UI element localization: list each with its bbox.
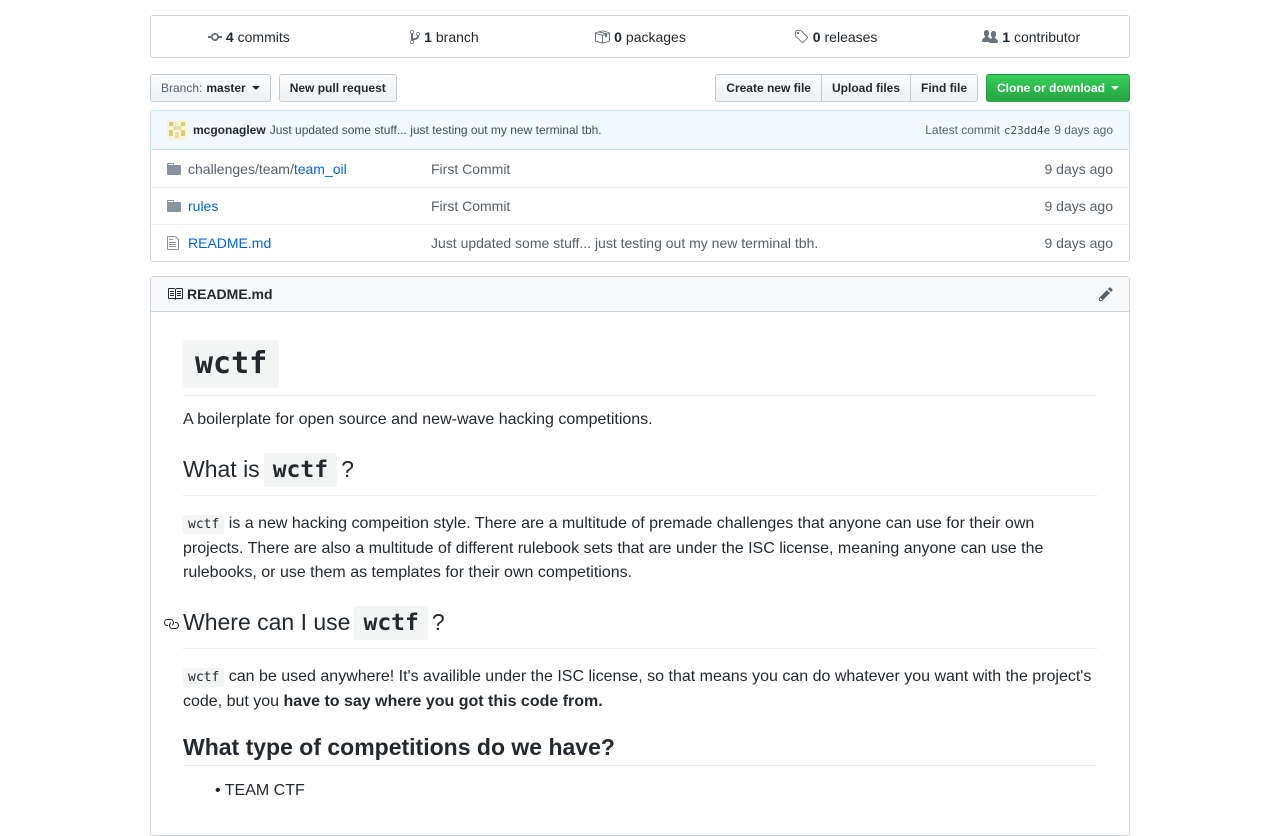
- file-age: 9 days ago: [1044, 160, 1114, 177]
- paragraph-where-bold: have to say where you got this code from…: [283, 693, 603, 710]
- packages-link[interactable]: 0 packages: [542, 16, 738, 57]
- latest-commit-bar: mcgonaglew Just updated some stuff... ju…: [151, 111, 1129, 150]
- readme-title-code: wctf: [183, 340, 280, 388]
- file-path-prefix: challenges/team/: [188, 160, 294, 177]
- file-icon: [167, 235, 183, 251]
- branch-count: 1: [424, 28, 432, 45]
- readme-filename: README.md: [187, 286, 273, 302]
- heading-what-is-text: What is: [183, 456, 260, 482]
- branch-prefix: Branch:: [161, 81, 203, 95]
- readme-intro: A boilerplate for open source and new-wa…: [183, 411, 653, 428]
- commit-icon: [207, 32, 222, 41]
- latest-commit-label: Latest commit: [925, 123, 1000, 137]
- folder-icon: [167, 198, 183, 214]
- tag-icon: [794, 29, 808, 43]
- latest-commit-info: Latest commit c23dd4e 9 days ago: [925, 123, 1113, 137]
- repo-summary-bar: 4 commits 1 branch 0 packages 0 releases…: [150, 15, 1130, 58]
- branch-icon: [410, 29, 421, 44]
- commit-sha[interactable]: c23dd4e: [1004, 124, 1050, 137]
- branches-link[interactable]: 1 branch: [347, 16, 543, 57]
- commit-message[interactable]: Just updated some stuff... just testing …: [270, 123, 602, 137]
- inline-code: wctf: [183, 668, 225, 687]
- branch-label: branch: [435, 28, 479, 45]
- file-age: 9 days ago: [1044, 198, 1114, 214]
- heading-what-is-suffix: ?: [341, 456, 354, 482]
- file-actions-group: Create new file Upload files Find file: [715, 74, 978, 102]
- file-commit-message[interactable]: First Commit: [431, 198, 1045, 214]
- upload-files-button[interactable]: Upload files: [820, 74, 911, 102]
- heading-competition-types: What type of competitions do we have?: [183, 730, 1097, 766]
- file-name-link[interactable]: challenges/team/team_oil: [188, 161, 431, 177]
- create-new-file-button[interactable]: Create new file: [715, 74, 822, 102]
- file-navigation-toolbar: Branch: master New pull request Create n…: [150, 74, 1130, 102]
- file-name-link[interactable]: README.md: [188, 235, 431, 251]
- file-row: challenges/team/team_oil First Commit 9 …: [151, 150, 1129, 187]
- contributors-count: 1: [1002, 28, 1010, 45]
- commit-author[interactable]: mcgonaglew: [193, 123, 266, 137]
- avatar[interactable]: [167, 120, 187, 140]
- heading-where-suffix: ?: [431, 609, 445, 635]
- file-name: rules: [188, 198, 219, 214]
- file-name: team_oil: [293, 160, 347, 177]
- branch-name: master: [206, 81, 246, 95]
- contributors-link[interactable]: 1 contributor: [933, 16, 1129, 57]
- heading-where-text: Where can I use: [183, 609, 351, 635]
- list-item-text: TEAM CTF: [224, 782, 305, 799]
- commits-link[interactable]: 4 commits: [151, 16, 347, 57]
- paragraph-what-is: wctf is a new hacking compeition style. …: [183, 512, 1097, 585]
- file-name-link[interactable]: rules: [188, 198, 431, 214]
- pencil-icon[interactable]: [1099, 286, 1113, 302]
- file-table: mcgonaglew Just updated some stuff... ju…: [150, 110, 1130, 262]
- packages-label: packages: [625, 28, 686, 45]
- paragraph-what-is-text: is a new hacking compeition style. There…: [183, 515, 1044, 581]
- link-icon[interactable]: [163, 616, 179, 632]
- file-row: rules First Commit 9 days ago: [151, 187, 1129, 224]
- clone-label: Clone or download: [997, 81, 1105, 95]
- readme-title: wctf: [183, 340, 1097, 396]
- branch-select-button[interactable]: Branch: master: [150, 74, 271, 102]
- package-icon: [595, 30, 611, 43]
- paragraph-where: wctf can be used anywhere! It's availibl…: [183, 665, 1097, 714]
- packages-count: 0: [614, 28, 622, 45]
- file-age: 9 days ago: [1044, 235, 1114, 251]
- commits-label: commits: [237, 28, 290, 45]
- readme-header: README.md: [151, 277, 1129, 312]
- contributors-label: contributor: [1013, 28, 1081, 45]
- new-pull-request-button[interactable]: New pull request: [278, 74, 397, 102]
- find-file-button[interactable]: Find file: [910, 74, 978, 102]
- readme-panel: README.md wctf A boilerplate for open so…: [150, 276, 1130, 836]
- clone-or-download-button[interactable]: Clone or download: [986, 74, 1130, 102]
- caret-down-icon: [1111, 86, 1119, 90]
- heading-where-code: wctf: [354, 605, 428, 640]
- inline-code: wctf: [183, 515, 225, 534]
- file-commit-message[interactable]: Just updated some stuff... just testing …: [431, 235, 1045, 251]
- file-list: challenges/team/team_oil First Commit 9 …: [150, 150, 1130, 262]
- commits-count: 4: [225, 28, 234, 45]
- file-row: README.md Just updated some stuff... jus…: [151, 224, 1129, 261]
- file-name: README.md: [188, 235, 272, 251]
- commit-age: 9 days ago: [1054, 123, 1113, 137]
- readme-content: wctf A boilerplate for open source and n…: [151, 312, 1129, 800]
- heading-what-is: What is wctf ?: [183, 448, 1097, 496]
- list-item: • TEAM CTF: [215, 782, 305, 799]
- people-icon: [982, 29, 999, 43]
- releases-link[interactable]: 0 releases: [738, 16, 934, 57]
- heading-what-is-code: wctf: [263, 452, 338, 487]
- releases-count: 0: [812, 28, 821, 45]
- heading-where-use: Where can I use wctf ?: [164, 601, 1097, 649]
- releases-label: releases: [824, 28, 878, 45]
- folder-icon: [167, 161, 183, 177]
- book-icon: [167, 286, 183, 302]
- caret-down-icon: [251, 86, 260, 90]
- file-commit-message[interactable]: First Commit: [431, 161, 1045, 177]
